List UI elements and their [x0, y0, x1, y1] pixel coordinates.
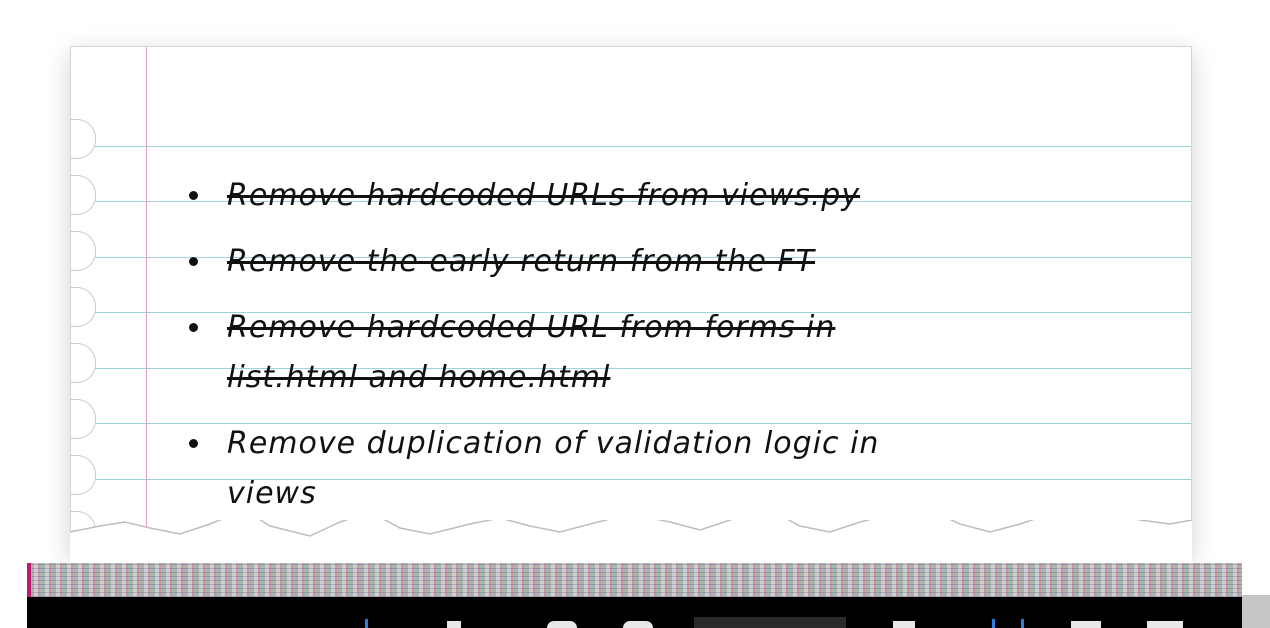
binder-hole-icon: [71, 399, 96, 439]
taskbar-app-icon[interactable]: [992, 619, 995, 628]
taskbar-app-icon[interactable]: [447, 621, 461, 628]
taskbar-app-icon[interactable]: [1147, 621, 1183, 628]
taskbar-app-icon[interactable]: [623, 621, 653, 628]
taskbar-app-icon[interactable]: [1071, 621, 1101, 628]
taskbar: [27, 597, 1242, 628]
todo-item-text: Remove the early return from the FT: [227, 244, 816, 279]
binder-hole-icon: [71, 455, 96, 495]
taskbar-app-icon[interactable]: [893, 621, 915, 628]
todo-list: Remove hardcoded URLs from views.py Remo…: [187, 171, 947, 535]
scrollbar[interactable]: [1242, 595, 1270, 628]
glitch-band: [27, 563, 1242, 597]
binder-hole-icon: [71, 287, 96, 327]
binder-hole-icon: [71, 175, 96, 215]
todo-item: Remove hardcoded URL from forms in list.…: [187, 303, 947, 403]
todo-item: Remove hardcoded URLs from views.py: [187, 171, 947, 221]
binder-hole-icon: [71, 119, 96, 159]
todo-item: Remove duplication of validation logic i…: [187, 419, 947, 519]
todo-item-text: Remove duplication of validation logic i…: [227, 426, 880, 511]
todo-item: Remove the early return from the FT: [187, 237, 947, 287]
bullet-icon: [189, 439, 198, 448]
taskbar-window-tab[interactable]: [694, 617, 846, 628]
margin-line: [146, 47, 147, 557]
notebook-paper: Remove hardcoded URLs from views.py Remo…: [70, 46, 1192, 558]
binder-hole-icon: [71, 343, 96, 383]
taskbar-app-icon[interactable]: [1021, 619, 1024, 628]
ruled-line: [71, 146, 1191, 147]
binder-hole-icon: [71, 231, 96, 271]
taskbar-app-icon[interactable]: [365, 619, 368, 628]
taskbar-app-icon[interactable]: [547, 621, 577, 628]
bullet-icon: [189, 257, 198, 266]
binder-holes: [71, 119, 97, 551]
bullet-icon: [189, 191, 198, 200]
todo-item-text: Remove hardcoded URL from forms in list.…: [227, 310, 836, 395]
todo-item-text: Remove hardcoded URLs from views.py: [227, 178, 861, 213]
bullet-icon: [189, 323, 198, 332]
